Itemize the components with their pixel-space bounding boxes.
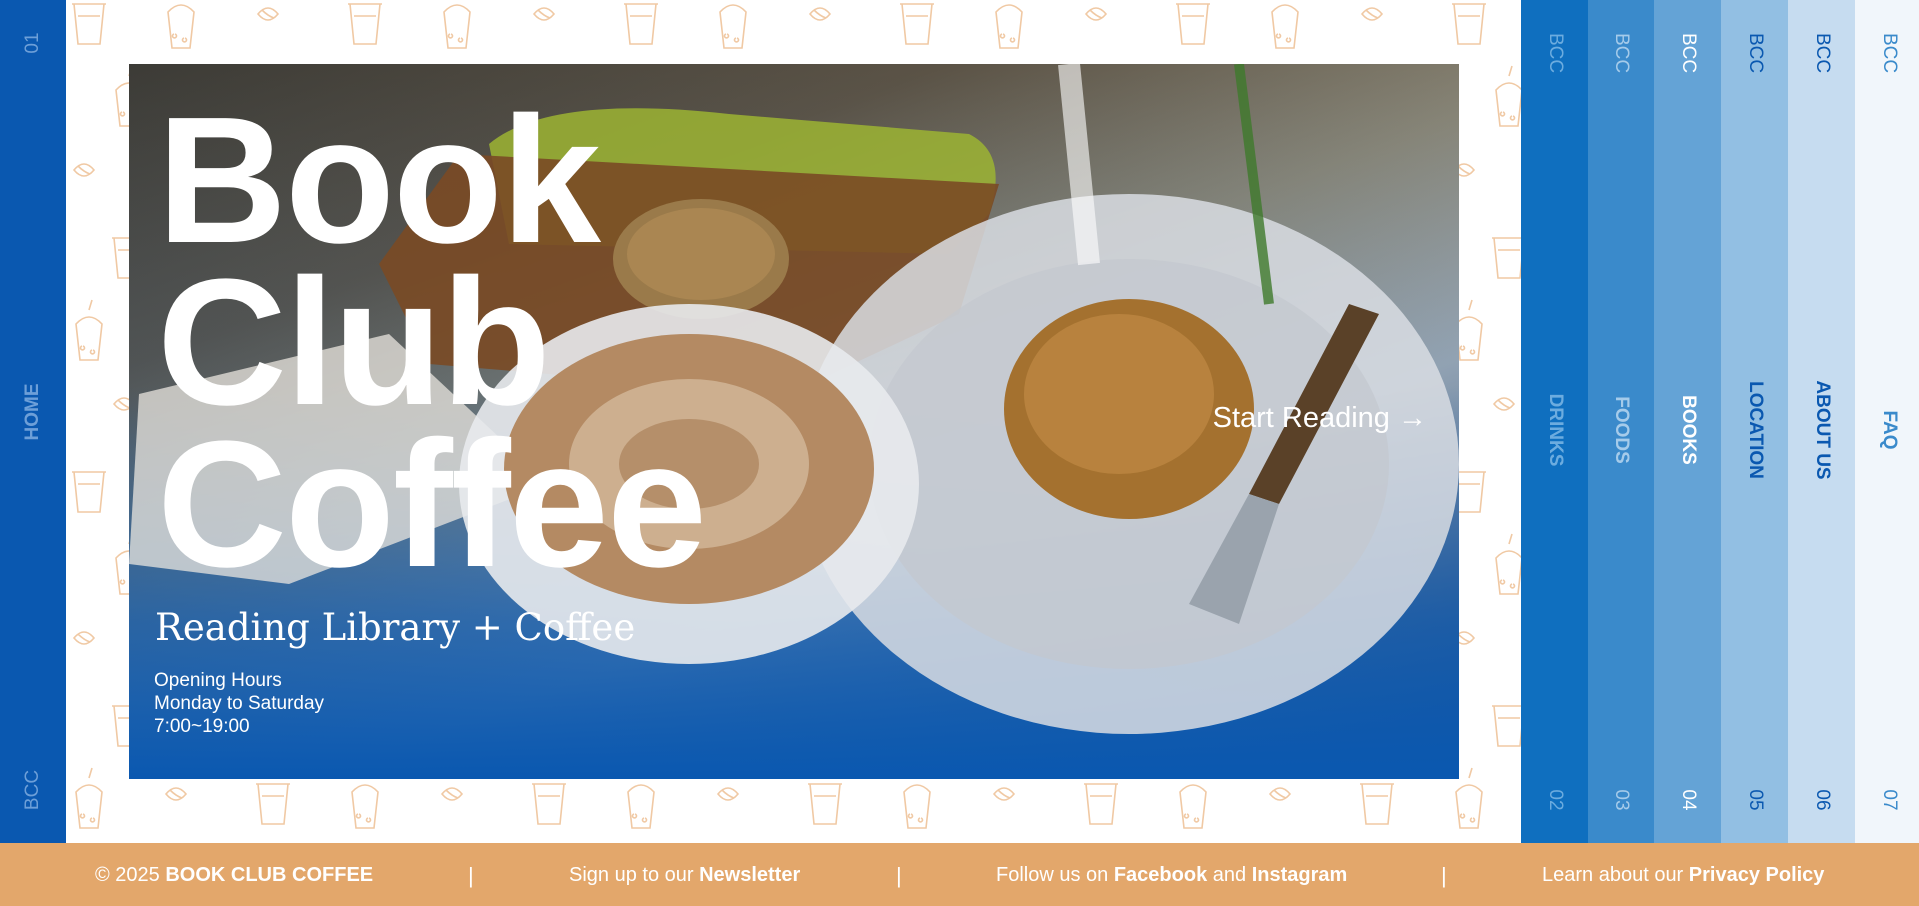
hero-title-line-2: Club (157, 242, 551, 443)
tab-number: 03 (1611, 789, 1632, 811)
newsletter-prefix: Sign up to our (569, 864, 700, 886)
left-rail[interactable]: 01 HOME BCC (0, 0, 66, 843)
opening-hours-time: 7:00~19:00 (154, 716, 250, 737)
coffee-bean-icon (1084, 7, 1108, 21)
bubble-tea-icon (167, 4, 195, 49)
instagram-link[interactable]: Instagram (1252, 864, 1348, 886)
tab-number: 04 (1677, 789, 1699, 811)
hero-subtitle: Reading Library + Coffee (155, 606, 636, 649)
nav-home-link[interactable]: HOME (22, 384, 44, 441)
coffee-cup-icon (900, 3, 934, 45)
section-tabs: BCC DRINKS 02 BCC FOODS 03 BCC BOOKS 04 BCC LOCATI… (1521, 0, 1919, 843)
tab-about-us[interactable]: BCC ABOUT US 06 (1788, 0, 1855, 843)
bubble-tea-icon (75, 767, 103, 829)
tab-brand-abbrev: BCC (1744, 32, 1766, 74)
coffee-cup-icon (624, 3, 658, 45)
bubble-tea-icon (1455, 299, 1483, 361)
coffee-cup-icon (1492, 237, 1521, 279)
tab-label: DRINKS (1544, 393, 1566, 467)
tab-label: FOODS (1611, 396, 1632, 464)
opening-hours-title: Opening Hours (154, 670, 282, 691)
tab-books[interactable]: BCC BOOKS 04 (1654, 0, 1721, 843)
tab-brand-abbrev: BCC (1878, 32, 1900, 74)
footer-separator: | (468, 863, 474, 888)
tab-number: 02 (1544, 789, 1566, 811)
tab-label: ABOUT US (1811, 380, 1833, 480)
privacy-policy-link[interactable]: Privacy Policy (1689, 864, 1825, 886)
coffee-cup-icon (348, 3, 382, 45)
follow-and: and (1207, 864, 1252, 886)
coffee-cup-icon (72, 471, 106, 513)
coffee-bean-icon (164, 787, 188, 801)
coffee-cup-icon (808, 783, 842, 825)
bubble-tea-icon (1455, 767, 1483, 829)
coffee-bean-icon (1360, 7, 1384, 21)
footer-separator: | (896, 863, 902, 888)
coffee-cup-icon (256, 783, 290, 825)
tab-label: FAQ (1878, 410, 1900, 450)
opening-hours: Opening Hours Monday to Saturday 7:00~19… (154, 669, 324, 738)
footer-social: Follow us on Facebook and Instagram (996, 864, 1347, 887)
footer-separator: | (1441, 863, 1447, 888)
facebook-link[interactable]: Facebook (1114, 864, 1207, 886)
tab-brand-abbrev: BCC (1544, 32, 1566, 74)
coffee-cup-icon (1492, 705, 1521, 747)
coffee-bean-icon (72, 631, 96, 645)
copyright-prefix: © 2025 (95, 864, 166, 886)
home-number: 01 (22, 32, 43, 54)
bubble-tea-icon (1495, 533, 1521, 595)
tab-number: 06 (1811, 789, 1833, 811)
coffee-cup-icon (1452, 3, 1486, 45)
start-reading-link[interactable]: Start Reading → (1213, 402, 1427, 435)
footer-copyright: © 2025 BOOK CLUB COFFEE (95, 864, 373, 887)
opening-hours-days: Monday to Saturday (154, 693, 325, 714)
footer-newsletter: Sign up to our Newsletter (569, 864, 800, 887)
bubble-tea-icon (1495, 65, 1521, 127)
tab-location[interactable]: BCC LOCATION 05 (1721, 0, 1788, 843)
follow-prefix: Follow us on (996, 864, 1114, 886)
hero-title-line-1: Book (157, 80, 601, 281)
tab-number: 05 (1744, 789, 1766, 811)
coffee-bean-icon (440, 787, 464, 801)
bubble-tea-icon (443, 4, 471, 49)
coffee-bean-icon (1492, 397, 1516, 411)
coffee-cup-icon (1176, 3, 1210, 45)
tab-faq[interactable]: BCC FAQ 07 (1855, 0, 1919, 843)
coffee-bean-icon (256, 7, 280, 21)
tab-label: LOCATION (1744, 381, 1766, 479)
coffee-bean-icon (1268, 787, 1292, 801)
coffee-cup-icon (1360, 783, 1394, 825)
tab-brand-abbrev: BCC (1611, 32, 1632, 74)
copyright-brand: BOOK CLUB COFFEE (165, 864, 374, 886)
footer: © 2025 BOOK CLUB COFFEE | Sign up to our… (0, 843, 1919, 906)
coffee-bean-icon (716, 787, 740, 801)
bubble-tea-icon (719, 4, 747, 49)
bubble-tea-icon (995, 4, 1023, 49)
tab-brand-abbrev: BCC (1811, 32, 1833, 74)
coffee-cup-icon (532, 783, 566, 825)
coffee-bean-icon (72, 163, 96, 177)
privacy-prefix: Learn about our (1542, 864, 1689, 886)
tab-label: BOOKS (1677, 395, 1699, 465)
tab-number: 07 (1878, 789, 1900, 811)
coffee-bean-icon (808, 7, 832, 21)
hero-title-line-3: Coffee (157, 404, 707, 605)
tab-drinks[interactable]: BCC DRINKS 02 (1521, 0, 1588, 843)
coffee-bean-icon (532, 7, 556, 21)
brand-abbrev: BCC (22, 769, 43, 811)
tab-foods[interactable]: BCC FOODS 03 (1588, 0, 1654, 843)
hero-title: Book Club Coffee (157, 80, 707, 605)
hero-banner: Book Club Coffee Reading Library + Coffe… (129, 64, 1459, 779)
coffee-cup-icon (72, 3, 106, 45)
coffee-bean-icon (992, 787, 1016, 801)
bubble-tea-icon (75, 299, 103, 361)
newsletter-link[interactable]: Newsletter (699, 864, 800, 886)
footer-privacy: Learn about our Privacy Policy (1542, 864, 1824, 887)
tab-brand-abbrev: BCC (1677, 32, 1699, 74)
bubble-tea-icon (1271, 4, 1299, 49)
coffee-cup-icon (1084, 783, 1118, 825)
